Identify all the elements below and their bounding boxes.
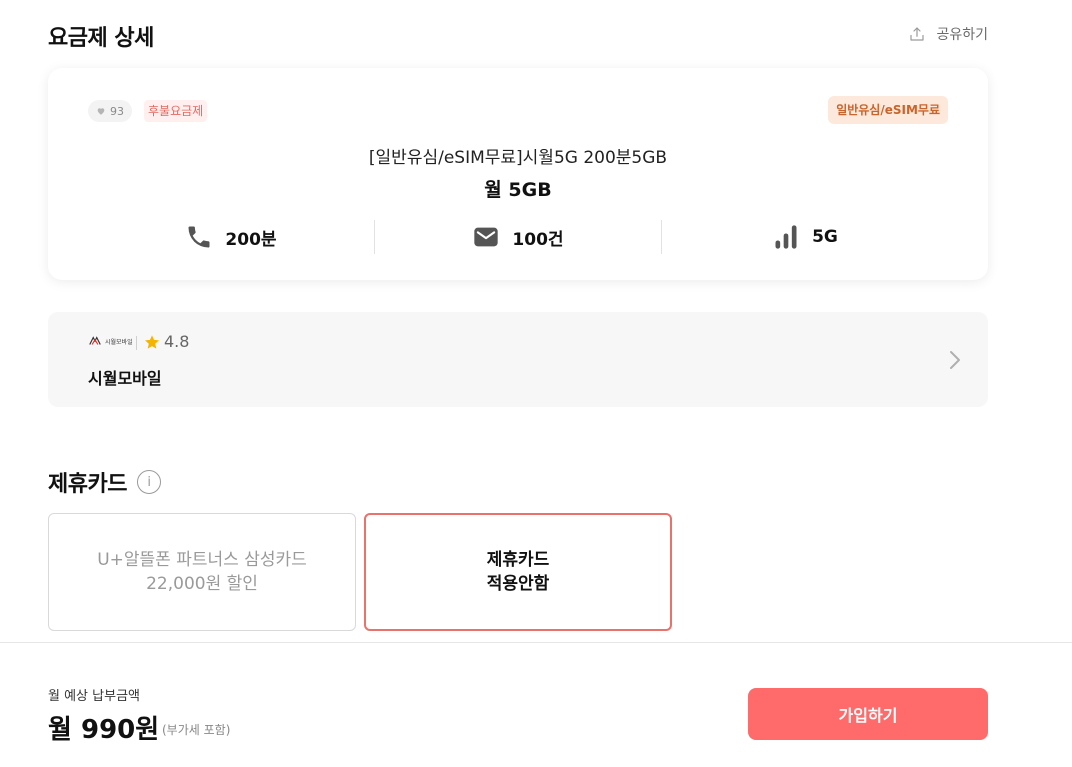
signal-bars-icon	[775, 225, 797, 249]
vat-note: (부가세 포함)	[162, 723, 231, 737]
estimate-price: 월 990원	[48, 715, 160, 745]
share-label: 공유하기	[936, 27, 988, 43]
plan-name: [일반유심/eSIM무료]시월5G 200분5GB	[368, 148, 668, 168]
share-button[interactable]: 공유하기	[908, 24, 988, 44]
carrier-logo: 시월모바일	[88, 334, 133, 348]
option-line-1: U+알뜰폰 파트너스 삼성카드	[97, 550, 307, 570]
info-icon[interactable]: i	[136, 470, 161, 494]
carrier-logo-text: 시월모바일	[105, 338, 133, 346]
estimate-label: 월 예상 납부금액	[48, 689, 140, 704]
option-line-2: 22,000원 할인	[146, 574, 258, 594]
share-icon	[910, 27, 925, 41]
plan-summary-card: 93 후불요금제 일반유심/eSIM무료 [일반유심/eSIM무료]시월5G 2…	[48, 68, 988, 280]
partner-card-title: 제휴카드	[48, 472, 127, 497]
phone-icon	[188, 226, 210, 248]
option-line-2: 적용안함	[486, 574, 550, 594]
heart-icon	[97, 108, 105, 115]
rating-value: 4.8	[164, 332, 190, 351]
plan-specs: 200분 100건 5G	[88, 220, 948, 254]
like-count-value: 93	[110, 104, 124, 118]
bottom-bar: 월 예상 납부금액 월 990원 (부가세 포함) 가입하기	[0, 642, 1072, 767]
like-count[interactable]: 93	[88, 100, 132, 122]
mail-icon	[474, 227, 499, 247]
option-line-1: 제휴카드	[486, 550, 550, 570]
plan-data-amount: 월 5GB	[484, 179, 552, 201]
partner-card-section-title: 제휴카드 i	[48, 466, 161, 498]
carrier-name: 시월모바일	[88, 369, 162, 388]
network-value: 5G	[812, 227, 838, 247]
sms-value: 100건	[512, 229, 564, 250]
carrier-card[interactable]: 시월모바일 4.8 시월모바일	[48, 312, 988, 407]
chevron-right-icon	[950, 351, 960, 369]
esim-badge: 일반유심/eSIM무료	[828, 96, 948, 124]
voice-value: 200분	[225, 229, 277, 250]
carrier-rating: 4.8	[144, 332, 189, 351]
partner-card-option-none[interactable]: 제휴카드 적용안함	[364, 513, 672, 631]
logo-divider	[136, 336, 137, 350]
voice-spec: 200분	[88, 220, 374, 254]
star-icon	[145, 334, 159, 349]
network-spec: 5G	[661, 220, 948, 254]
plan-type-tag: 후불요금제	[144, 100, 208, 122]
sms-spec: 100건	[374, 220, 661, 254]
partner-card-option-samsung[interactable]: U+알뜰폰 파트너스 삼성카드 22,000원 할인	[48, 513, 356, 631]
carrier-logo-mark	[89, 336, 101, 345]
join-button[interactable]: 가입하기	[748, 688, 988, 740]
page-title: 요금제 상세	[48, 26, 154, 51]
